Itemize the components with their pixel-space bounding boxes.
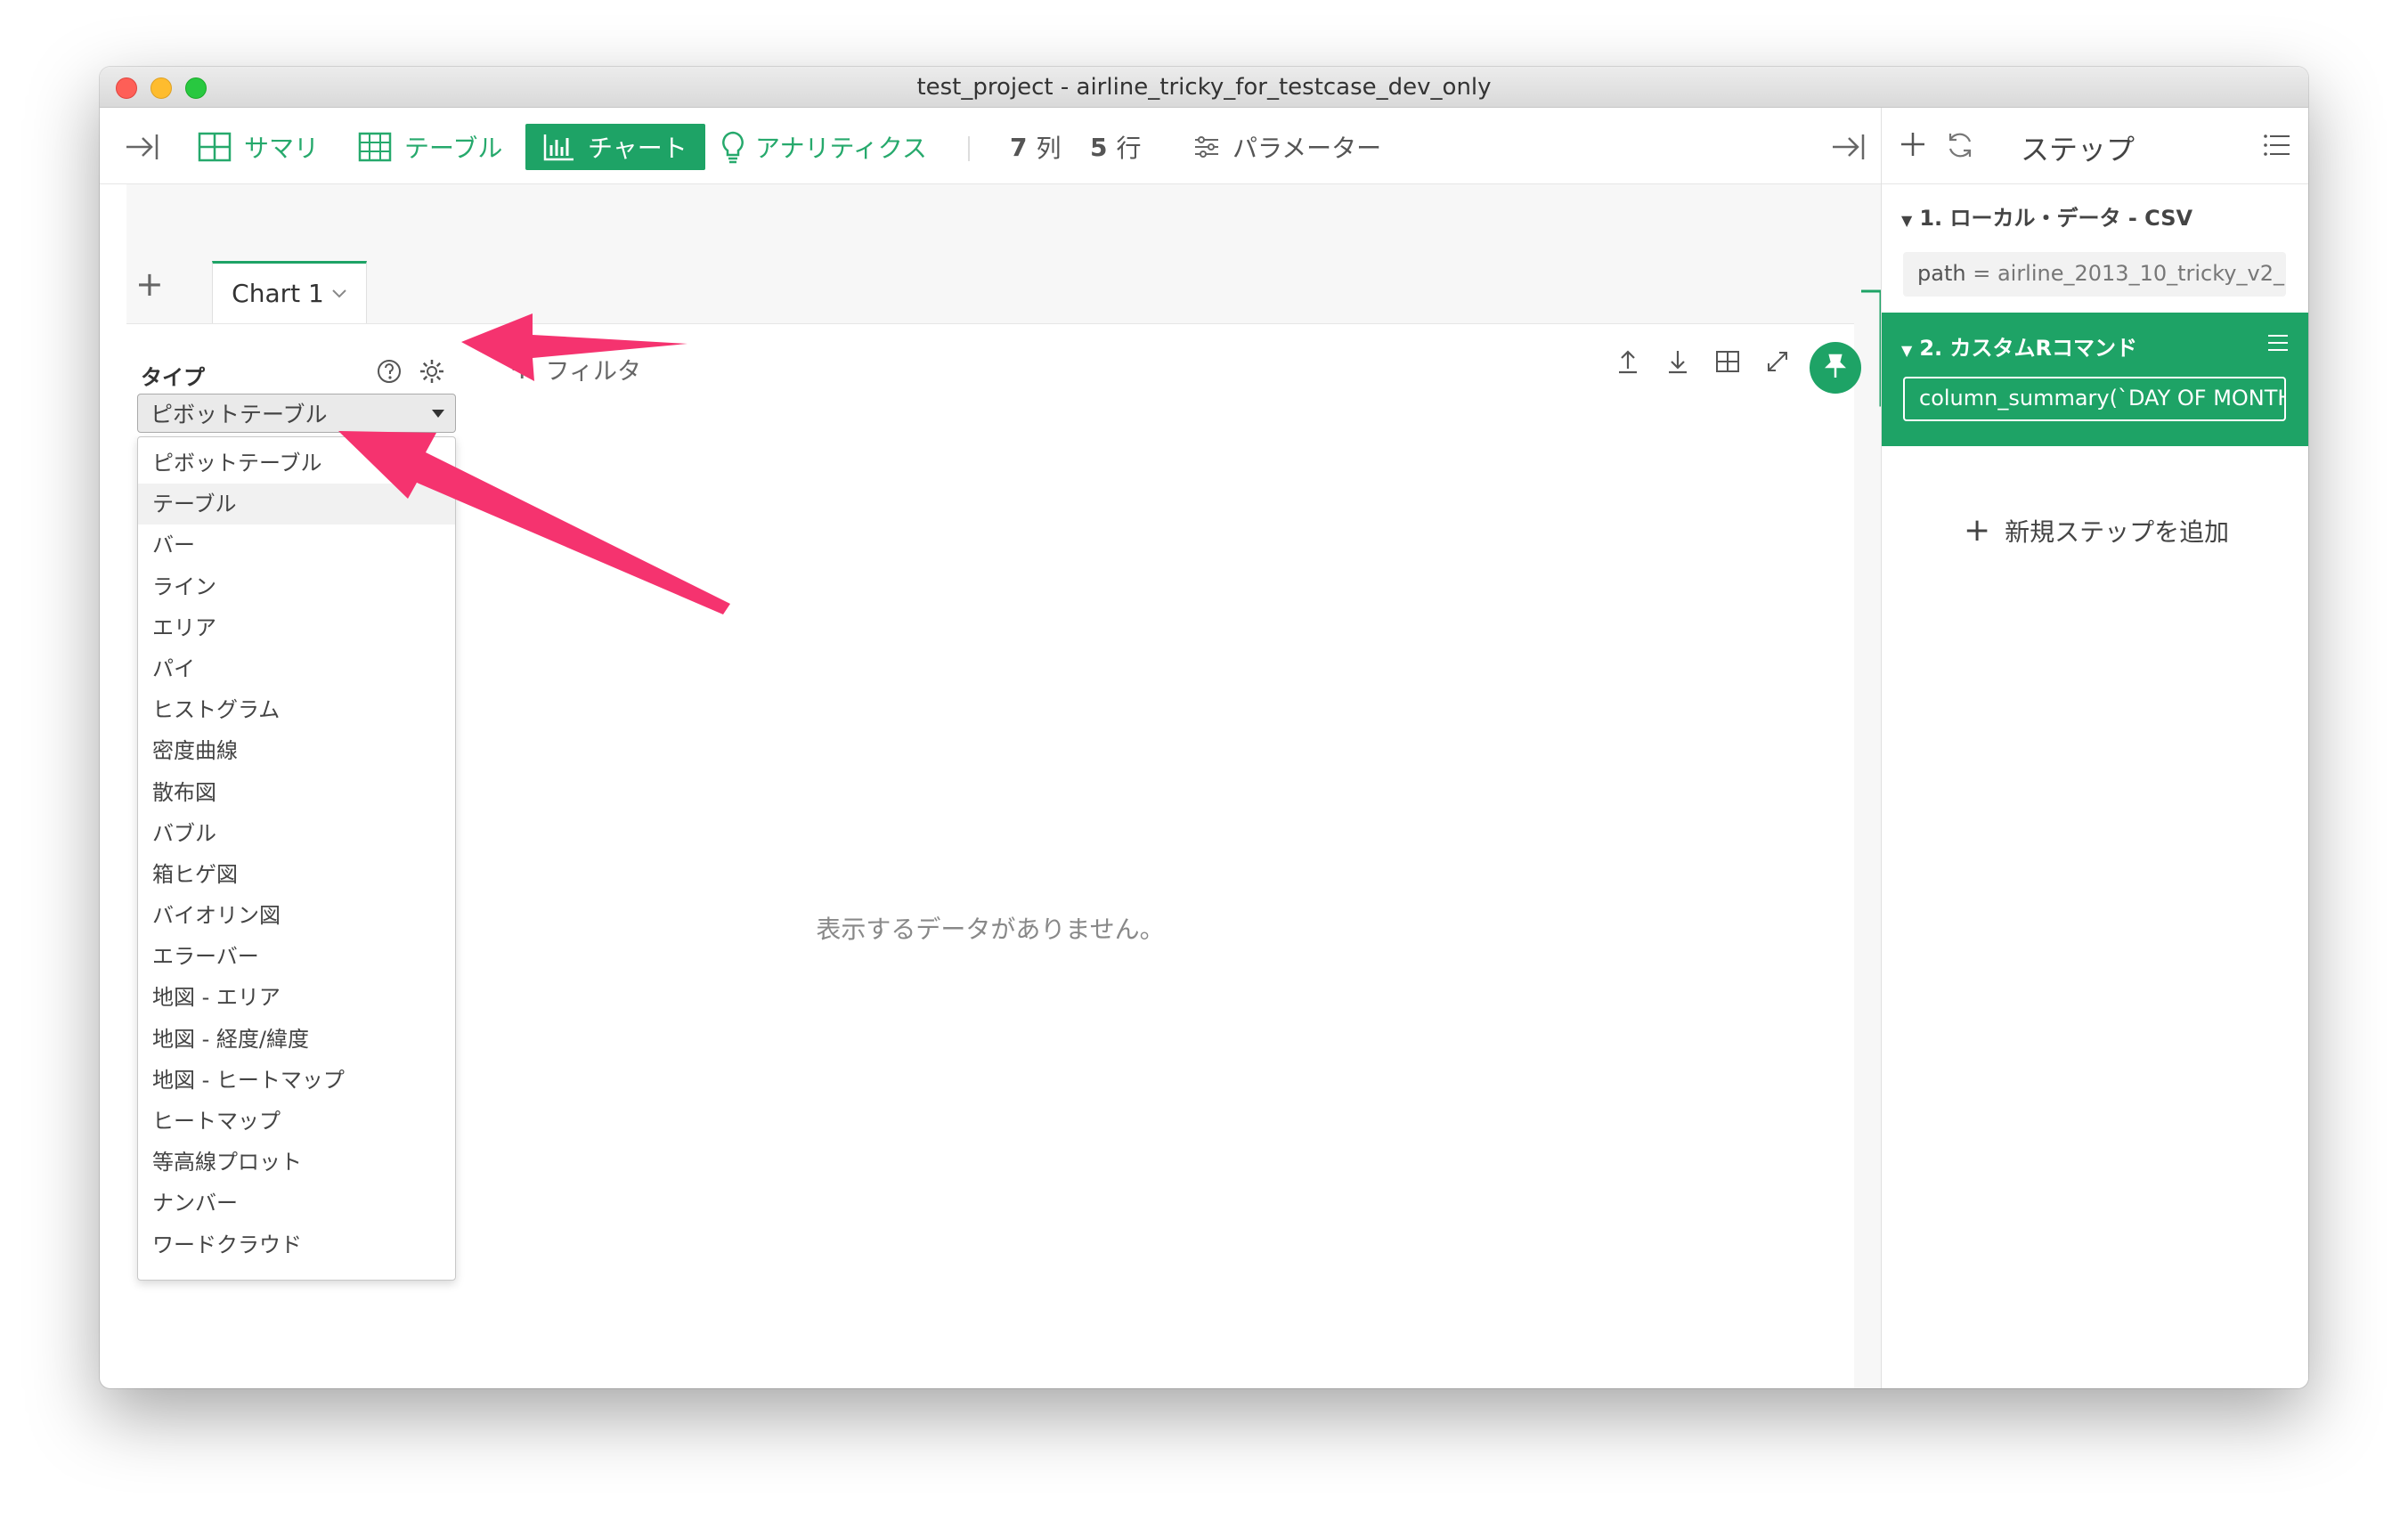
option-number[interactable]: ナンバー: [138, 1183, 455, 1224]
chart-workspace: + Chart 1 タイプ ピボットテーブル ピボットテーブル テーブル バー …: [126, 184, 1881, 1388]
steps-panel-title: ステップ: [2021, 133, 2135, 167]
tab-analytics-label: アナリティクス: [755, 134, 927, 163]
option-area[interactable]: エリア: [138, 607, 455, 648]
option-contour[interactable]: 等高線プロット: [138, 1142, 455, 1183]
step-1-title-text: 1. ローカル・データ - CSV: [1919, 206, 2193, 231]
chart-type-selected: ピボットテーブル: [150, 402, 328, 427]
download-icon[interactable]: [1664, 347, 1692, 379]
table-view-icon[interactable]: [1713, 347, 1742, 379]
app-window: test_project - airline_tricky_for_testca…: [100, 67, 2308, 1388]
step-menu-icon[interactable]: [2266, 332, 2290, 357]
lightbulb-icon: [720, 130, 746, 164]
step-2-title-text: 2. カスタムRコマンド: [1919, 336, 2137, 361]
option-boxplot[interactable]: 箱ヒゲ図: [138, 854, 455, 895]
chart-tab[interactable]: Chart 1: [212, 261, 367, 323]
main-toolbar: サマリ テーブル チャート アナリティクス 7 列 5 行 パラメーター: [100, 108, 1881, 184]
step-2-title: ▼ 2. カスタムRコマンド: [1901, 330, 2137, 362]
steps-panel-header: ステップ: [1882, 108, 2308, 184]
toolbar-divider: [968, 136, 970, 161]
chart-content-area: タイプ ピボットテーブル ピボットテーブル テーブル バー ライン エリア パイ…: [126, 323, 1861, 1388]
step-1-title: ▼ 1. ローカル・データ - CSV: [1901, 200, 2192, 232]
tab-summary-label: サマリ: [244, 134, 320, 163]
option-histogram[interactable]: ヒストグラム: [138, 689, 455, 730]
list-menu-icon[interactable]: [2263, 133, 2291, 161]
tab-analytics[interactable]: アナリティクス: [720, 124, 927, 170]
option-word-cloud[interactable]: ワードクラウド: [138, 1224, 455, 1265]
tab-chart[interactable]: チャート: [525, 124, 705, 170]
option-density[interactable]: 密度曲線: [138, 730, 455, 771]
tab-table-label: テーブル: [404, 134, 503, 163]
collapse-right-icon[interactable]: [1831, 131, 1867, 167]
option-table[interactable]: テーブル: [138, 484, 455, 525]
summary-grid-icon: [198, 132, 232, 162]
plus-icon: +: [509, 351, 535, 386]
step-item-custom-r[interactable]: ▼ 2. カスタムRコマンド column_summary(`DAY OF MON…: [1882, 313, 2308, 446]
option-pivot-table[interactable]: ピボットテーブル: [138, 443, 455, 484]
upload-icon[interactable]: [1614, 347, 1642, 379]
triangle-down-icon: ▼: [1901, 342, 1913, 359]
table-icon: [358, 132, 392, 162]
chevron-down-icon[interactable]: [331, 289, 347, 299]
column-count: 7 列: [1010, 124, 1062, 170]
empty-chart-message: 表示するデータがありません。: [816, 915, 1165, 944]
plus-icon: +: [1964, 512, 1991, 549]
parameters-button[interactable]: パラメーター: [1193, 124, 1381, 170]
option-heatmap[interactable]: ヒートマップ: [138, 1101, 455, 1142]
collapse-left-icon[interactable]: [125, 131, 160, 167]
option-map-area[interactable]: 地図 - エリア: [138, 977, 455, 1018]
step-2-command: column_summary(`DAY OF MONTH`…: [1903, 377, 2286, 421]
column-count-value: 7: [1010, 132, 1028, 162]
option-bar[interactable]: バー: [138, 525, 455, 565]
chart-actions: [1614, 347, 1792, 379]
parameters-label: パラメーター: [1232, 134, 1382, 163]
option-scatter[interactable]: 散布図: [138, 772, 455, 813]
add-filter-button[interactable]: + フィルタ: [509, 351, 641, 386]
option-map-heatmap[interactable]: 地図 - ヒートマップ: [138, 1060, 455, 1101]
type-label: タイプ: [141, 365, 205, 390]
refresh-icon[interactable]: [1944, 129, 1976, 165]
gear-icon[interactable]: [419, 358, 445, 388]
add-new-step-button[interactable]: + 新規ステップを追加: [1964, 512, 2229, 549]
chart-type-select[interactable]: ピボットテーブル: [137, 394, 456, 433]
option-bubble[interactable]: バブル: [138, 813, 455, 854]
step-1-param: path = airline_2013_10_tricky_v2_1…: [1903, 252, 2286, 297]
add-step-icon[interactable]: [1898, 129, 1928, 163]
option-map-latlon[interactable]: 地図 - 経度/緯度: [138, 1019, 455, 1060]
tab-chart-label: チャート: [588, 134, 687, 163]
step-item-local-csv[interactable]: ▼ 1. ローカル・データ - CSV path = airline_2013_1…: [1882, 184, 2308, 309]
title-bar: test_project - airline_tricky_for_testca…: [100, 67, 2308, 108]
option-pie[interactable]: パイ: [138, 648, 455, 689]
bar-chart-icon: [543, 133, 575, 161]
chart-type-dropdown: ピボットテーブル テーブル バー ライン エリア パイ ヒストグラム 密度曲線 …: [137, 436, 456, 1281]
column-count-unit: 列: [1036, 134, 1062, 163]
tab-summary[interactable]: サマリ: [198, 124, 319, 170]
row-count-unit: 行: [1116, 134, 1142, 163]
add-step-label: 新規ステップを追加: [2005, 516, 2230, 547]
add-chart-tab-button[interactable]: +: [135, 264, 164, 304]
filter-label: フィルタ: [545, 357, 641, 386]
pin-icon: [1824, 353, 1847, 383]
caret-down-icon: [432, 410, 444, 418]
expand-icon[interactable]: [1763, 347, 1792, 379]
row-count: 5 行: [1090, 124, 1142, 170]
step-1-param-key: path: [1917, 261, 1966, 286]
triangle-down-icon: ▼: [1901, 212, 1913, 229]
steps-panel: ステップ ▼ 1. ローカル・データ - CSV path = airline_2…: [1881, 108, 2308, 1388]
pin-button[interactable]: [1810, 342, 1861, 394]
chart-tab-bar: + Chart 1: [126, 184, 1881, 323]
window-title: test_project - airline_tricky_for_testca…: [916, 74, 1492, 101]
sliders-icon: [1193, 134, 1220, 159]
row-count-value: 5: [1090, 132, 1108, 162]
chart-tab-label: Chart 1: [232, 279, 324, 308]
tab-table[interactable]: テーブル: [358, 124, 502, 170]
help-icon[interactable]: [376, 358, 403, 388]
step-1-param-value: = airline_2013_10_tricky_v2_1…: [1973, 261, 2286, 286]
option-line[interactable]: ライン: [138, 566, 455, 607]
